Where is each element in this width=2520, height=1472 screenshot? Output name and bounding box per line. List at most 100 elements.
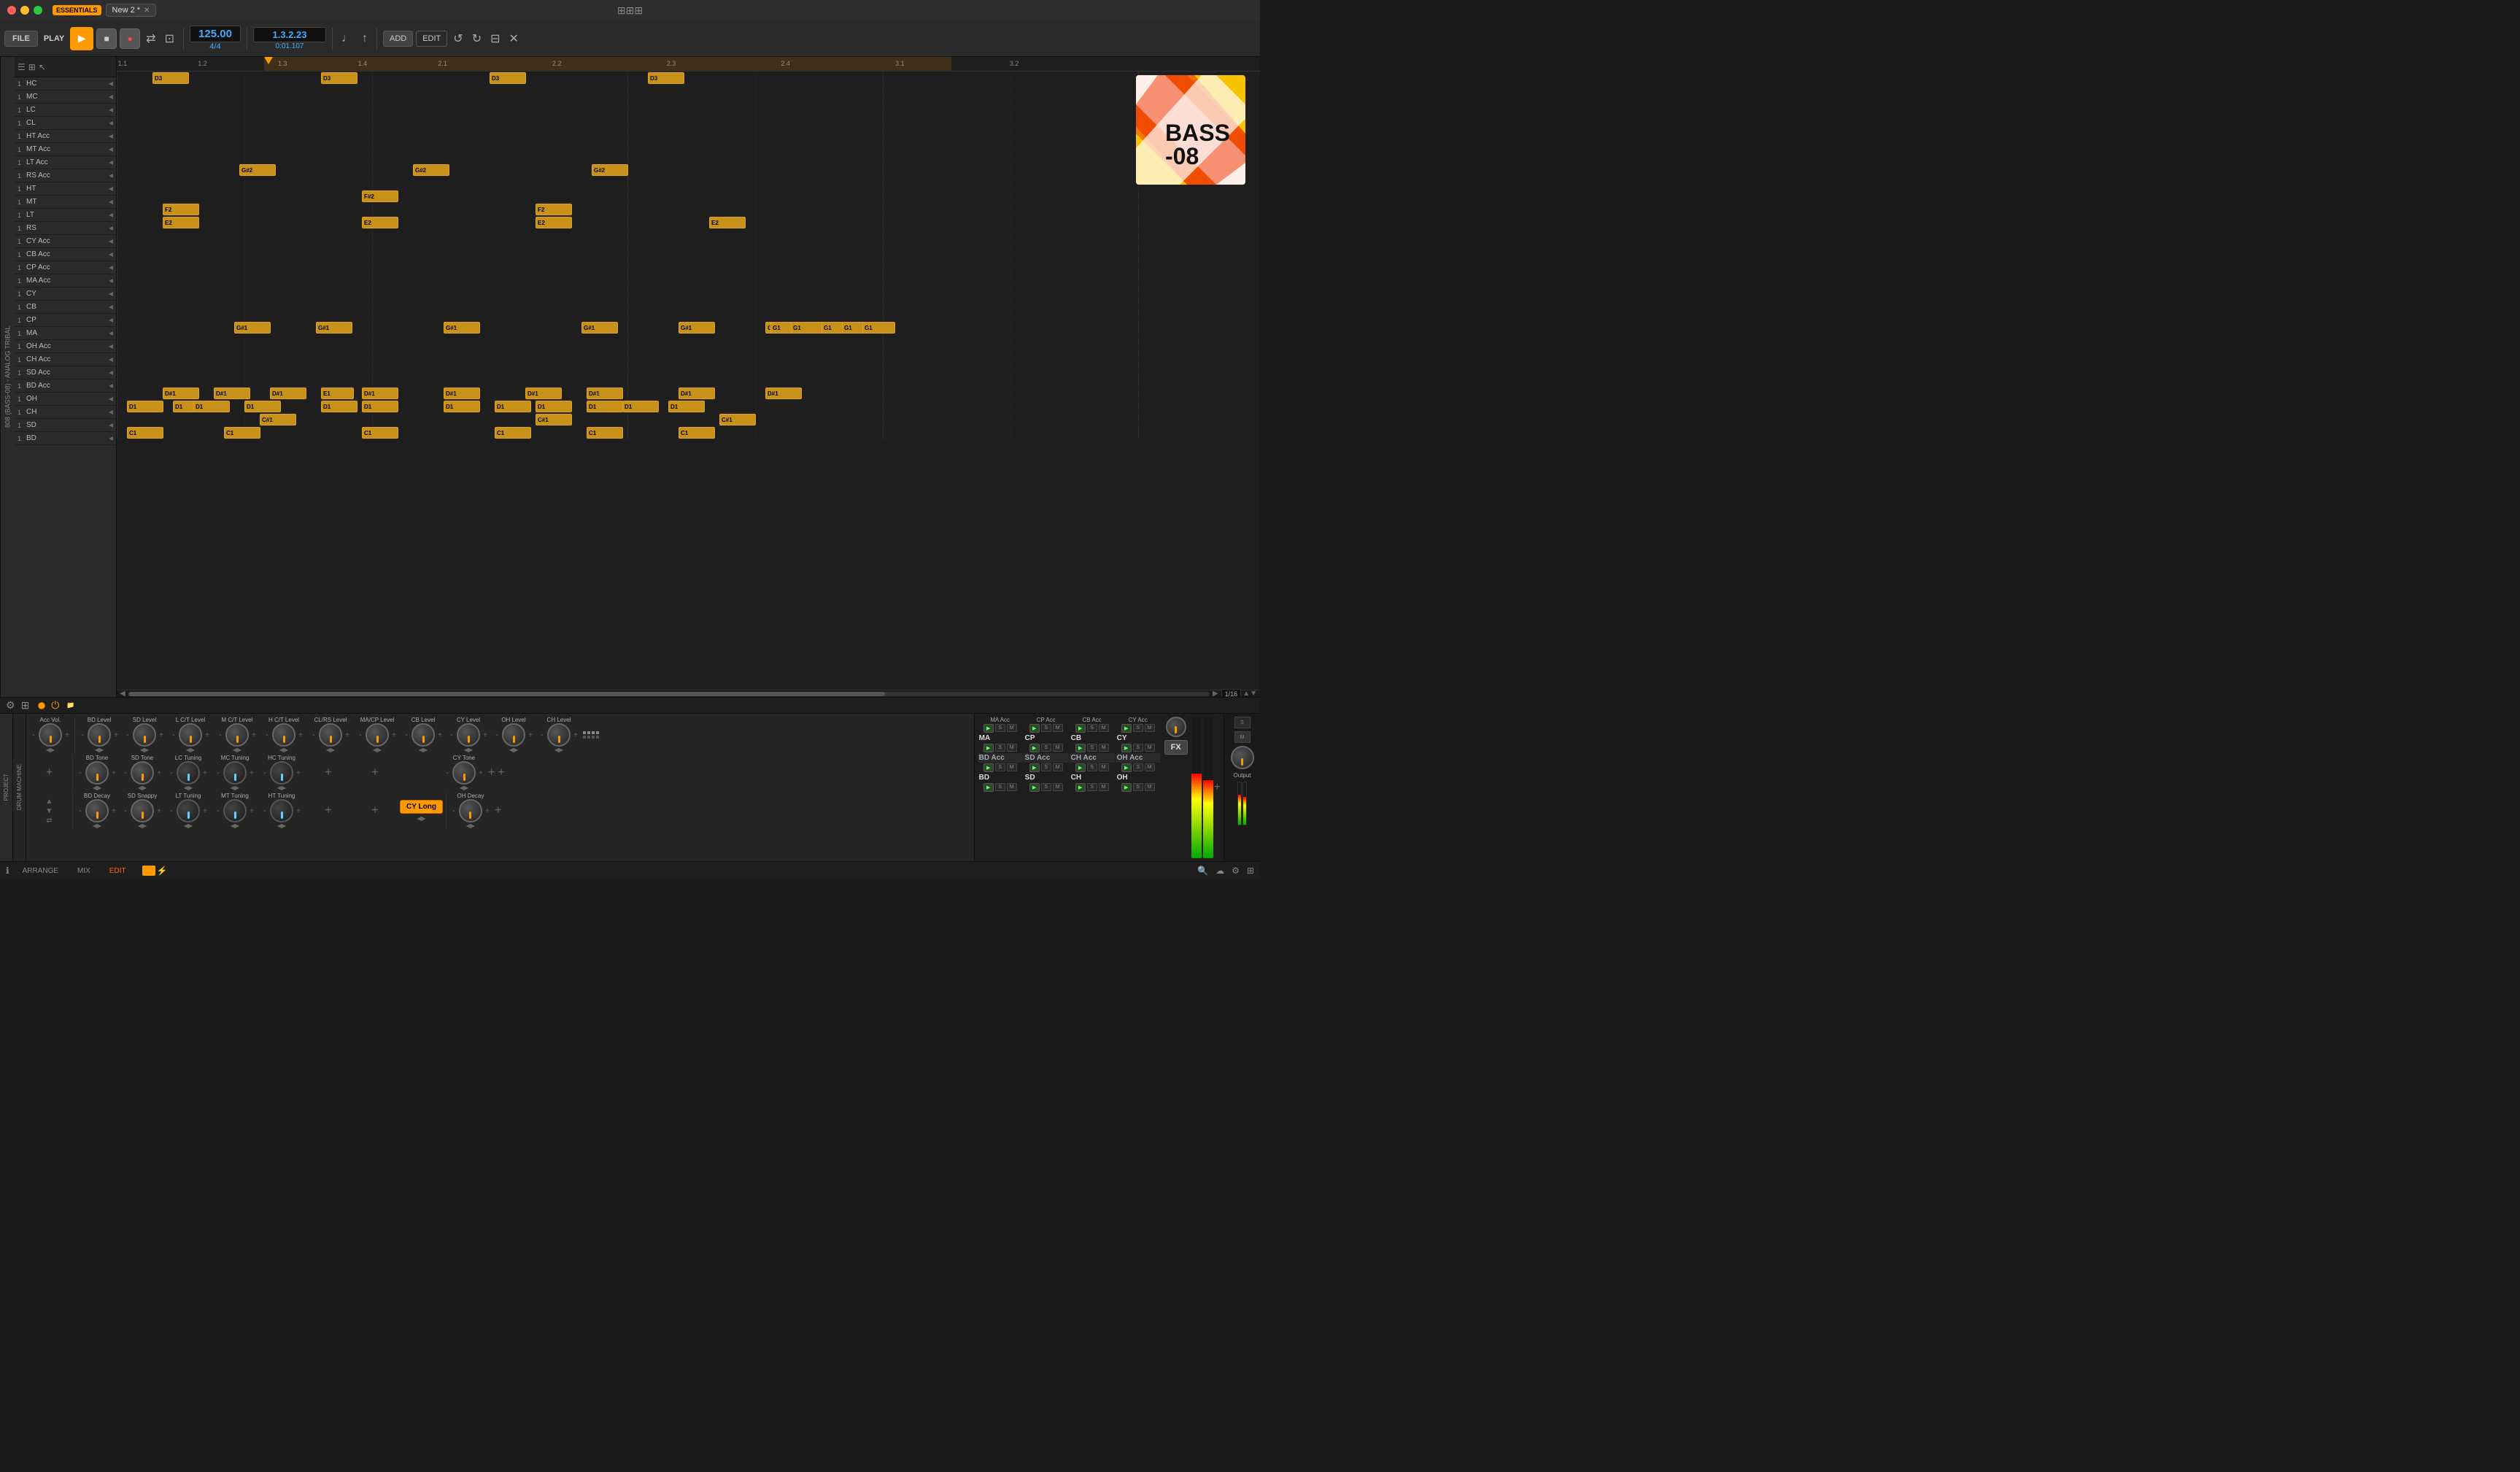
grid-status-icon[interactable]: ⊞ bbox=[1247, 866, 1254, 876]
ch-acc-s[interactable]: S bbox=[1087, 763, 1097, 771]
pattern-block[interactable]: D1 bbox=[244, 401, 281, 412]
grid-row[interactable] bbox=[117, 242, 1138, 255]
sd-acc-play[interactable]: ▶ bbox=[1029, 763, 1040, 772]
cy-acc-play[interactable]: ▶ bbox=[1121, 724, 1132, 733]
pattern-block[interactable]: G#2 bbox=[413, 164, 449, 176]
add-row3a[interactable]: + bbox=[306, 804, 350, 817]
arr-lr[interactable]: ⇄ bbox=[46, 817, 53, 825]
cy-knob[interactable] bbox=[457, 723, 480, 747]
macp-plus[interactable]: + bbox=[390, 731, 398, 739]
pattern-block[interactable]: D1 bbox=[193, 401, 230, 412]
cp-s2[interactable]: S bbox=[1041, 744, 1051, 752]
play-label[interactable]: PLAY bbox=[41, 33, 67, 45]
pattern-block[interactable]: C1 bbox=[587, 427, 623, 439]
cp-acc-play[interactable]: ▶ bbox=[1029, 724, 1040, 733]
mix-tab[interactable]: MIX bbox=[71, 866, 96, 876]
lct-minus[interactable]: - bbox=[169, 731, 178, 739]
pattern-block[interactable]: F2 bbox=[163, 204, 199, 215]
mt-tuning-plus[interactable]: + bbox=[247, 807, 256, 815]
bd-m2[interactable]: M bbox=[1007, 783, 1017, 791]
bd-level-plus[interactable]: + bbox=[112, 731, 120, 739]
track-item[interactable]: 1 MT Acc ◀ bbox=[15, 143, 116, 156]
track-item[interactable]: 1 LT Acc ◀ bbox=[15, 156, 116, 169]
cb-m2[interactable]: M bbox=[1099, 744, 1109, 752]
grid-row[interactable] bbox=[117, 255, 1138, 269]
clrs-plus[interactable]: + bbox=[343, 731, 352, 739]
pattern-block[interactable]: C#1 bbox=[719, 414, 756, 425]
track-item[interactable]: 1 SD ◀ bbox=[15, 419, 116, 432]
close-toolbar-button[interactable]: ✕ bbox=[506, 30, 522, 47]
power-button-bp[interactable]: ⏻ bbox=[51, 699, 59, 712]
hc-tuning-minus[interactable]: - bbox=[260, 769, 269, 777]
pattern-block[interactable]: E2 bbox=[362, 217, 398, 228]
track-item[interactable]: 1 BD ◀ bbox=[15, 432, 116, 445]
cb-s2[interactable]: S bbox=[1087, 744, 1097, 752]
bd-tone-knob[interactable] bbox=[85, 761, 109, 785]
lt-tuning-minus[interactable]: - bbox=[167, 807, 176, 815]
oh-plus[interactable]: + bbox=[526, 731, 535, 739]
folder-icon[interactable]: 📁 bbox=[66, 701, 74, 709]
oh-s2[interactable]: S bbox=[1133, 783, 1143, 791]
track-item[interactable]: 1 CH ◀ bbox=[15, 406, 116, 419]
pattern-block[interactable]: D1 bbox=[362, 401, 398, 412]
grid-row[interactable] bbox=[117, 85, 1138, 98]
pattern-block[interactable]: C1 bbox=[224, 427, 260, 439]
bd-tone-plus[interactable]: + bbox=[109, 769, 118, 777]
sd-acc-m[interactable]: M bbox=[1053, 763, 1063, 771]
track-item[interactable]: 1 RS ◀ bbox=[15, 222, 116, 235]
track-item[interactable]: 1 MA Acc ◀ bbox=[15, 274, 116, 288]
macp-knob[interactable] bbox=[366, 723, 389, 747]
add-btn-row2e[interactable]: + bbox=[498, 766, 504, 779]
grid-view-icon[interactable]: ⊞ bbox=[28, 62, 36, 72]
lct-plus[interactable]: + bbox=[203, 731, 212, 739]
sd-level-minus[interactable]: - bbox=[123, 731, 132, 739]
grid-row[interactable] bbox=[117, 347, 1138, 361]
cy-acc-m[interactable]: M bbox=[1145, 724, 1155, 732]
pattern-block[interactable]: G#1 bbox=[679, 322, 715, 334]
bd-acc-m[interactable]: M bbox=[1007, 763, 1017, 771]
cb-play2[interactable]: ▶ bbox=[1075, 744, 1086, 752]
ch-s2[interactable]: S bbox=[1087, 783, 1097, 791]
eq-icon[interactable]: ⚡ bbox=[157, 866, 168, 876]
hc-tuning-knob[interactable] bbox=[270, 761, 293, 785]
bd-s2[interactable]: S bbox=[995, 783, 1005, 791]
mc-tuning-minus[interactable]: - bbox=[214, 769, 223, 777]
cy-play2[interactable]: ▶ bbox=[1121, 744, 1132, 752]
sd-level-plus[interactable]: + bbox=[157, 731, 166, 739]
info-icon[interactable]: ℹ bbox=[6, 866, 9, 876]
track-item[interactable]: 1 MT ◀ bbox=[15, 196, 116, 209]
mc-tuning-knob[interactable] bbox=[223, 761, 247, 785]
cp-m2[interactable]: M bbox=[1053, 744, 1063, 752]
lt-tuning-plus[interactable]: + bbox=[201, 807, 209, 815]
current-tab[interactable]: New 2 * ✕ bbox=[106, 4, 157, 17]
pattern-block[interactable]: D1 bbox=[668, 401, 705, 412]
mct-plus[interactable]: + bbox=[250, 731, 258, 739]
grid-row[interactable] bbox=[117, 111, 1138, 124]
oh-knob[interactable] bbox=[502, 723, 525, 747]
track-item[interactable]: 1 CY ◀ bbox=[15, 288, 116, 301]
oh-minus[interactable]: - bbox=[492, 731, 501, 739]
edit-tab[interactable]: EDIT bbox=[104, 866, 132, 876]
grid-icon-bp[interactable]: ⊞ bbox=[21, 699, 30, 712]
sd-s2[interactable]: S bbox=[1041, 783, 1051, 791]
bd-play2[interactable]: ▶ bbox=[983, 783, 994, 792]
pattern-block[interactable]: D3 bbox=[152, 72, 189, 84]
pattern-block[interactable]: C1 bbox=[679, 427, 715, 439]
hct-plus[interactable]: + bbox=[296, 731, 305, 739]
pattern-block[interactable]: D#1 bbox=[163, 388, 199, 399]
add-row3c[interactable]: + bbox=[495, 804, 501, 817]
cursor-icon[interactable]: ↖ bbox=[39, 62, 46, 72]
pattern-block[interactable]: G1 bbox=[862, 322, 895, 334]
arrow-up-button[interactable]: ↑ bbox=[359, 31, 371, 47]
pattern-block[interactable]: D3 bbox=[648, 72, 684, 84]
grid-row[interactable] bbox=[117, 150, 1138, 163]
bd-decay-plus[interactable]: + bbox=[109, 807, 118, 815]
pattern-block[interactable]: D1 bbox=[321, 401, 357, 412]
ht-tuning-plus[interactable]: + bbox=[294, 807, 303, 815]
track-item[interactable]: 1 SD Acc ◀ bbox=[15, 366, 116, 379]
play-button[interactable]: ▶ bbox=[70, 27, 93, 50]
pattern-block[interactable]: C1 bbox=[362, 427, 398, 439]
scroll-up-arrow[interactable]: ▲ bbox=[1242, 690, 1250, 697]
scroll-down-arrow[interactable]: ▼ bbox=[1250, 690, 1257, 697]
save-toolbar-button[interactable]: ⊟ bbox=[487, 30, 503, 47]
